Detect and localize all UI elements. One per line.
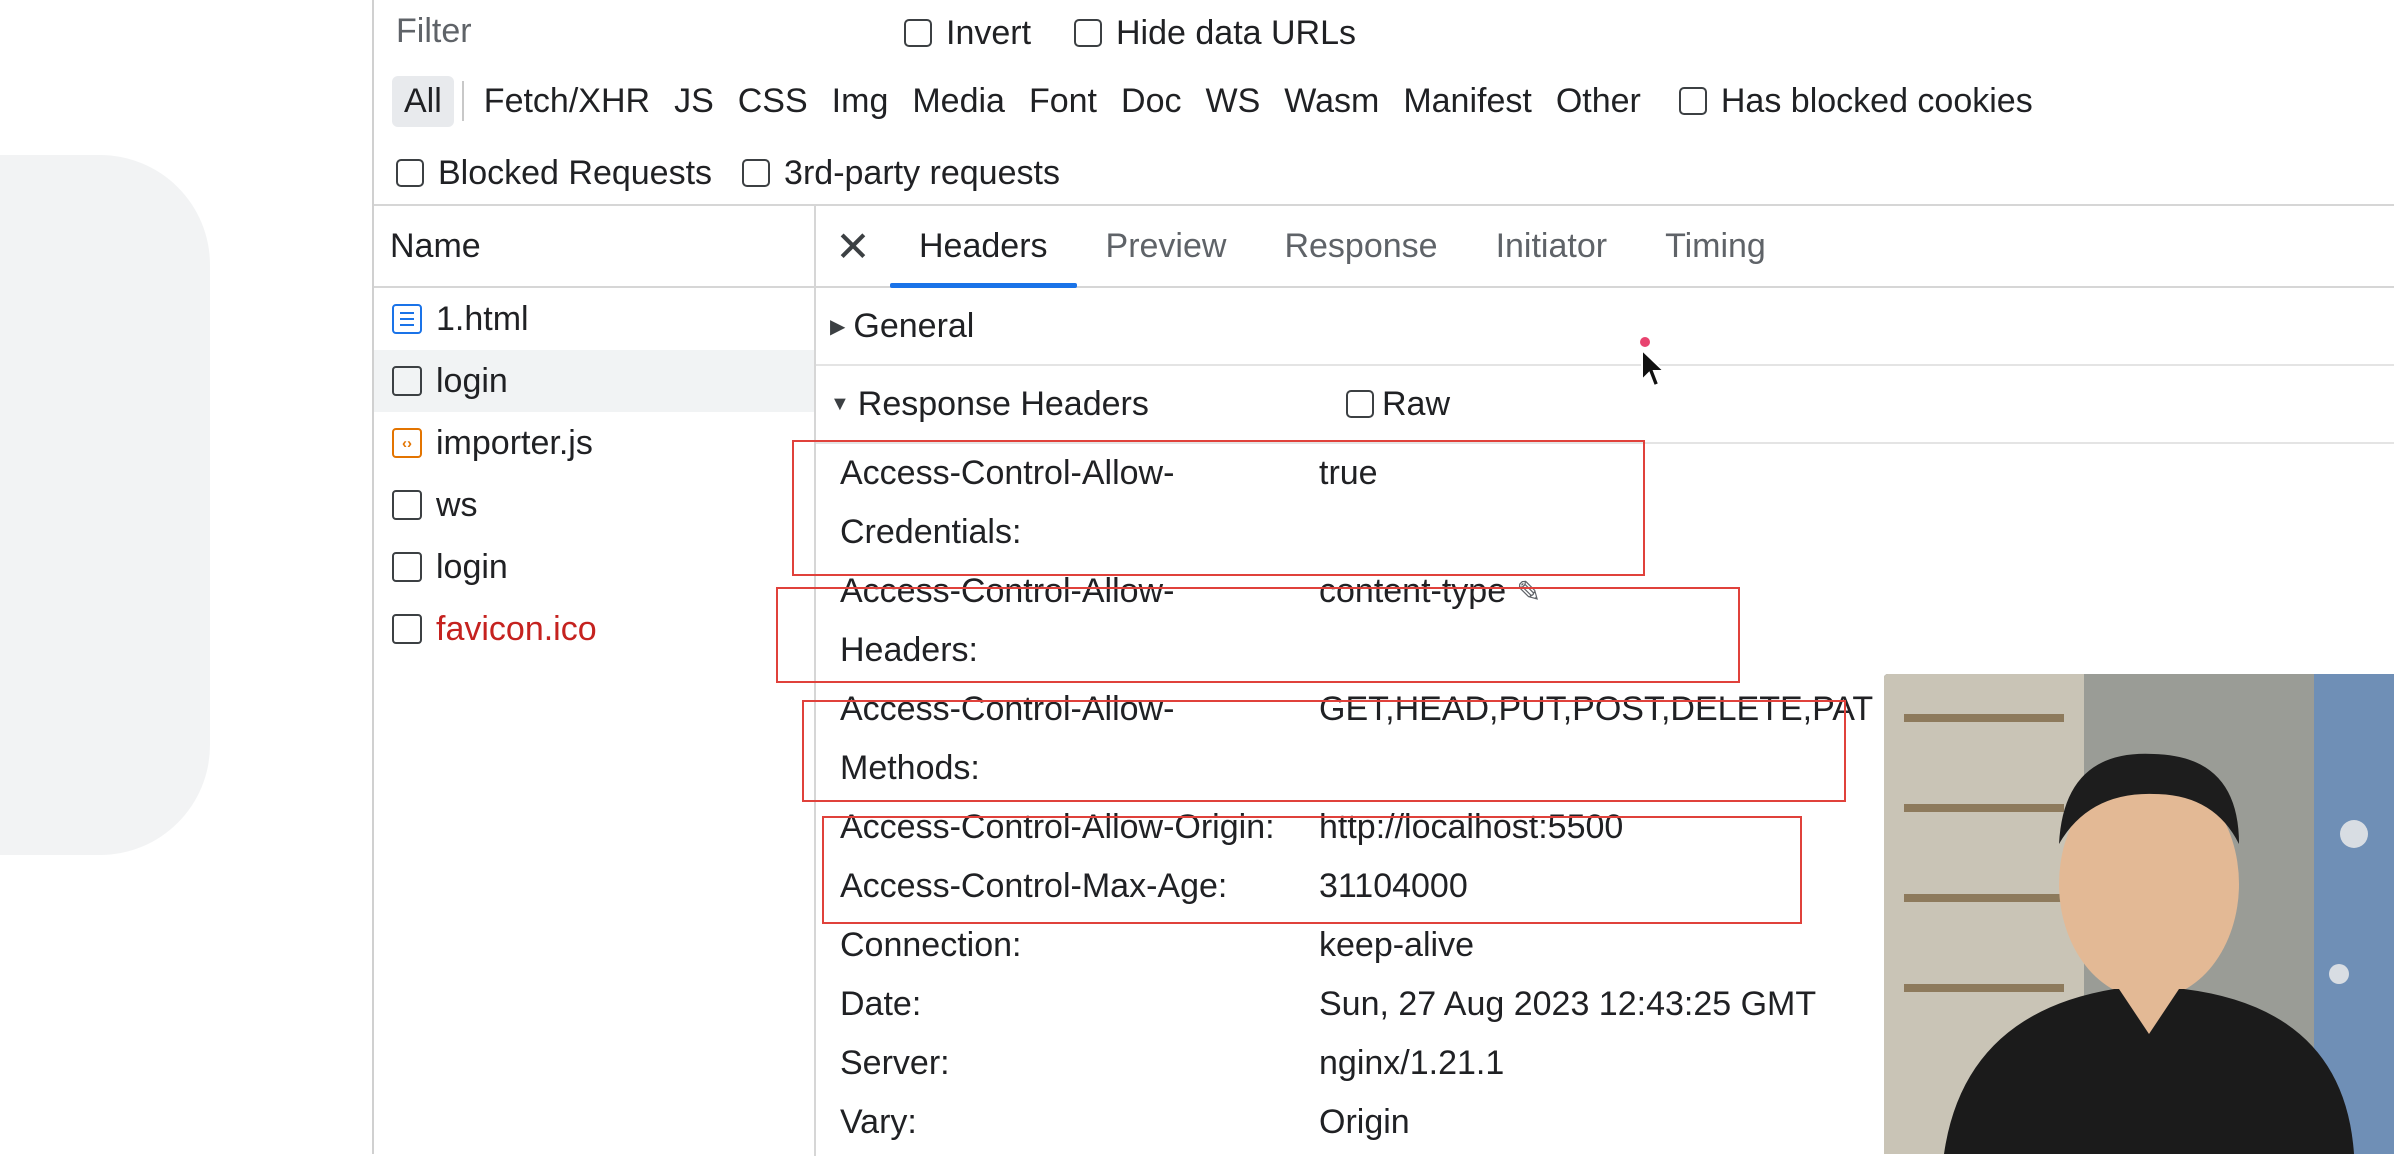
request-name: login: [436, 547, 508, 586]
edit-pencil-icon[interactable]: ✎: [1516, 563, 1541, 622]
header-value: Origin: [1319, 1103, 1410, 1141]
header-name-cont: Credentials:: [840, 513, 1022, 551]
general-label: General: [853, 306, 975, 345]
invert-label: Invert: [946, 13, 1032, 52]
header-name-cont: Headers:: [840, 631, 978, 669]
header-name: Vary:: [840, 1103, 917, 1141]
header-value: content-type: [1319, 572, 1507, 610]
invert-checkbox-box[interactable]: [904, 19, 932, 47]
tab-headers[interactable]: Headers: [890, 206, 1077, 288]
tab-preview[interactable]: Preview: [1077, 206, 1256, 286]
type-manifest-button[interactable]: Manifest: [1391, 76, 1544, 127]
request-row[interactable]: login: [374, 536, 814, 598]
request-row[interactable]: 1.html: [374, 288, 814, 350]
invert-checkbox[interactable]: Invert: [904, 14, 1031, 53]
request-row[interactable]: ws: [374, 474, 814, 536]
type-media-button[interactable]: Media: [900, 76, 1017, 127]
type-font-button[interactable]: Font: [1017, 76, 1109, 127]
header-name: Date:: [840, 985, 922, 1023]
request-name-error: favicon.ico: [436, 609, 597, 648]
header-name: Access-Control-Allow-Origin:: [840, 808, 1275, 846]
expand-down-icon: ▼: [830, 392, 850, 415]
header-value: Sun, 27 Aug 2023 12:43:25 GMT: [1319, 985, 1817, 1023]
expand-right-icon: ▶: [830, 315, 846, 338]
blank-file-icon: [392, 552, 422, 582]
request-name: ws: [436, 485, 478, 524]
raw-label: Raw: [1382, 384, 1451, 423]
third-party-box[interactable]: [742, 159, 771, 187]
header-value: nginx/1.21.1: [1319, 1044, 1505, 1082]
response-headers-label: Response Headers: [857, 384, 1149, 423]
script-icon: ‹›: [392, 428, 422, 458]
header-name: Connection:: [840, 926, 1022, 964]
header-row: Access-Control-Allow- Credentials: true: [816, 444, 2394, 562]
watermark-logo: [0, 155, 210, 855]
response-headers-section-toggle[interactable]: ▼ Response Headers Raw: [816, 366, 2394, 444]
type-other-button[interactable]: Other: [1544, 76, 1653, 127]
type-fetch-xhr-button[interactable]: Fetch/XHR: [472, 76, 662, 127]
header-name: Access-Control-Max-Age:: [840, 867, 1228, 905]
has-blocked-cookies-label: Has blocked cookies: [1720, 81, 2033, 120]
filter-bar: Filter Invert Hide data URLs: [374, 4, 2394, 62]
request-name: importer.js: [436, 423, 593, 462]
hide-data-urls-label: Hide data URLs: [1116, 13, 1357, 52]
pointer-dot: [1640, 337, 1650, 347]
type-divider: [461, 81, 464, 121]
type-img-button[interactable]: Img: [820, 76, 901, 127]
type-doc-button[interactable]: Doc: [1109, 76, 1193, 127]
close-icon[interactable]: ✕: [816, 206, 890, 286]
type-js-button[interactable]: JS: [662, 76, 726, 127]
detail-tabs: ✕ Headers Preview Response Initiator Tim…: [816, 206, 2394, 288]
general-section-toggle[interactable]: ▶ General: [816, 288, 2394, 366]
request-row[interactable]: favicon.ico: [374, 598, 814, 660]
raw-checkbox-box[interactable]: [1346, 390, 1374, 418]
blocked-requests-box[interactable]: [396, 159, 424, 187]
request-name: 1.html: [436, 299, 529, 338]
tab-timing[interactable]: Timing: [1636, 206, 1795, 286]
has-blocked-cookies-box[interactable]: [1678, 87, 1707, 115]
header-name-cont: Methods:: [840, 749, 980, 787]
hide-data-urls-checkbox[interactable]: Hide data URLs: [1074, 14, 1356, 53]
mouse-cursor-icon: [1641, 348, 1667, 388]
header-name: Access-Control-Allow-: [840, 454, 1175, 492]
header-name: Access-Control-Allow-: [840, 572, 1175, 610]
header-value: 31104000: [1319, 867, 1468, 905]
presenter-video-image: [1884, 674, 2394, 1154]
has-blocked-cookies-checkbox[interactable]: Has blocked cookies: [1678, 81, 2033, 121]
type-all-button[interactable]: All: [392, 75, 454, 127]
header-value: keep-alive: [1319, 926, 1474, 964]
type-css-button[interactable]: CSS: [726, 76, 820, 127]
filter-input[interactable]: Filter: [396, 12, 472, 51]
blocked-requests-checkbox[interactable]: Blocked Requests: [396, 154, 712, 193]
raw-checkbox[interactable]: Raw: [1346, 385, 1450, 424]
name-column-header[interactable]: Name: [374, 206, 814, 288]
header-value: GET,HEAD,PUT,POST,DELETE,PAT: [1319, 690, 1874, 728]
third-party-label: 3rd-party requests: [784, 153, 1060, 192]
tab-initiator[interactable]: Initiator: [1467, 206, 1637, 286]
blank-file-icon: [392, 366, 422, 396]
header-name: Access-Control-Allow-: [840, 690, 1175, 728]
blocked-requests-label: Blocked Requests: [438, 153, 713, 192]
type-wasm-button[interactable]: Wasm: [1272, 76, 1391, 127]
webcam-overlay: [1884, 674, 2394, 1154]
resource-type-filter: All Fetch/XHR JS CSS Img Media Font Doc …: [392, 72, 2033, 130]
tab-response[interactable]: Response: [1255, 206, 1466, 286]
request-name: login: [436, 361, 508, 400]
blank-file-icon: [392, 490, 422, 520]
blocked-filter-row: Blocked Requests 3rd-party requests: [396, 144, 1060, 202]
third-party-checkbox[interactable]: 3rd-party requests: [742, 154, 1060, 193]
header-value: http://localhost:5500: [1319, 808, 1624, 846]
hide-data-urls-box[interactable]: [1074, 19, 1102, 47]
type-ws-button[interactable]: WS: [1193, 76, 1272, 127]
request-row[interactable]: ‹› importer.js: [374, 412, 814, 474]
blank-file-icon: [392, 614, 422, 644]
header-name: Server:: [840, 1044, 950, 1082]
header-row: Access-Control-Allow- Headers: content-t…: [816, 562, 2394, 680]
header-value: true: [1319, 454, 1378, 492]
document-icon: [392, 304, 422, 334]
request-row-selected[interactable]: login: [374, 350, 814, 412]
request-list: Name 1.html login ‹› importer.js ws logi…: [374, 206, 816, 1156]
